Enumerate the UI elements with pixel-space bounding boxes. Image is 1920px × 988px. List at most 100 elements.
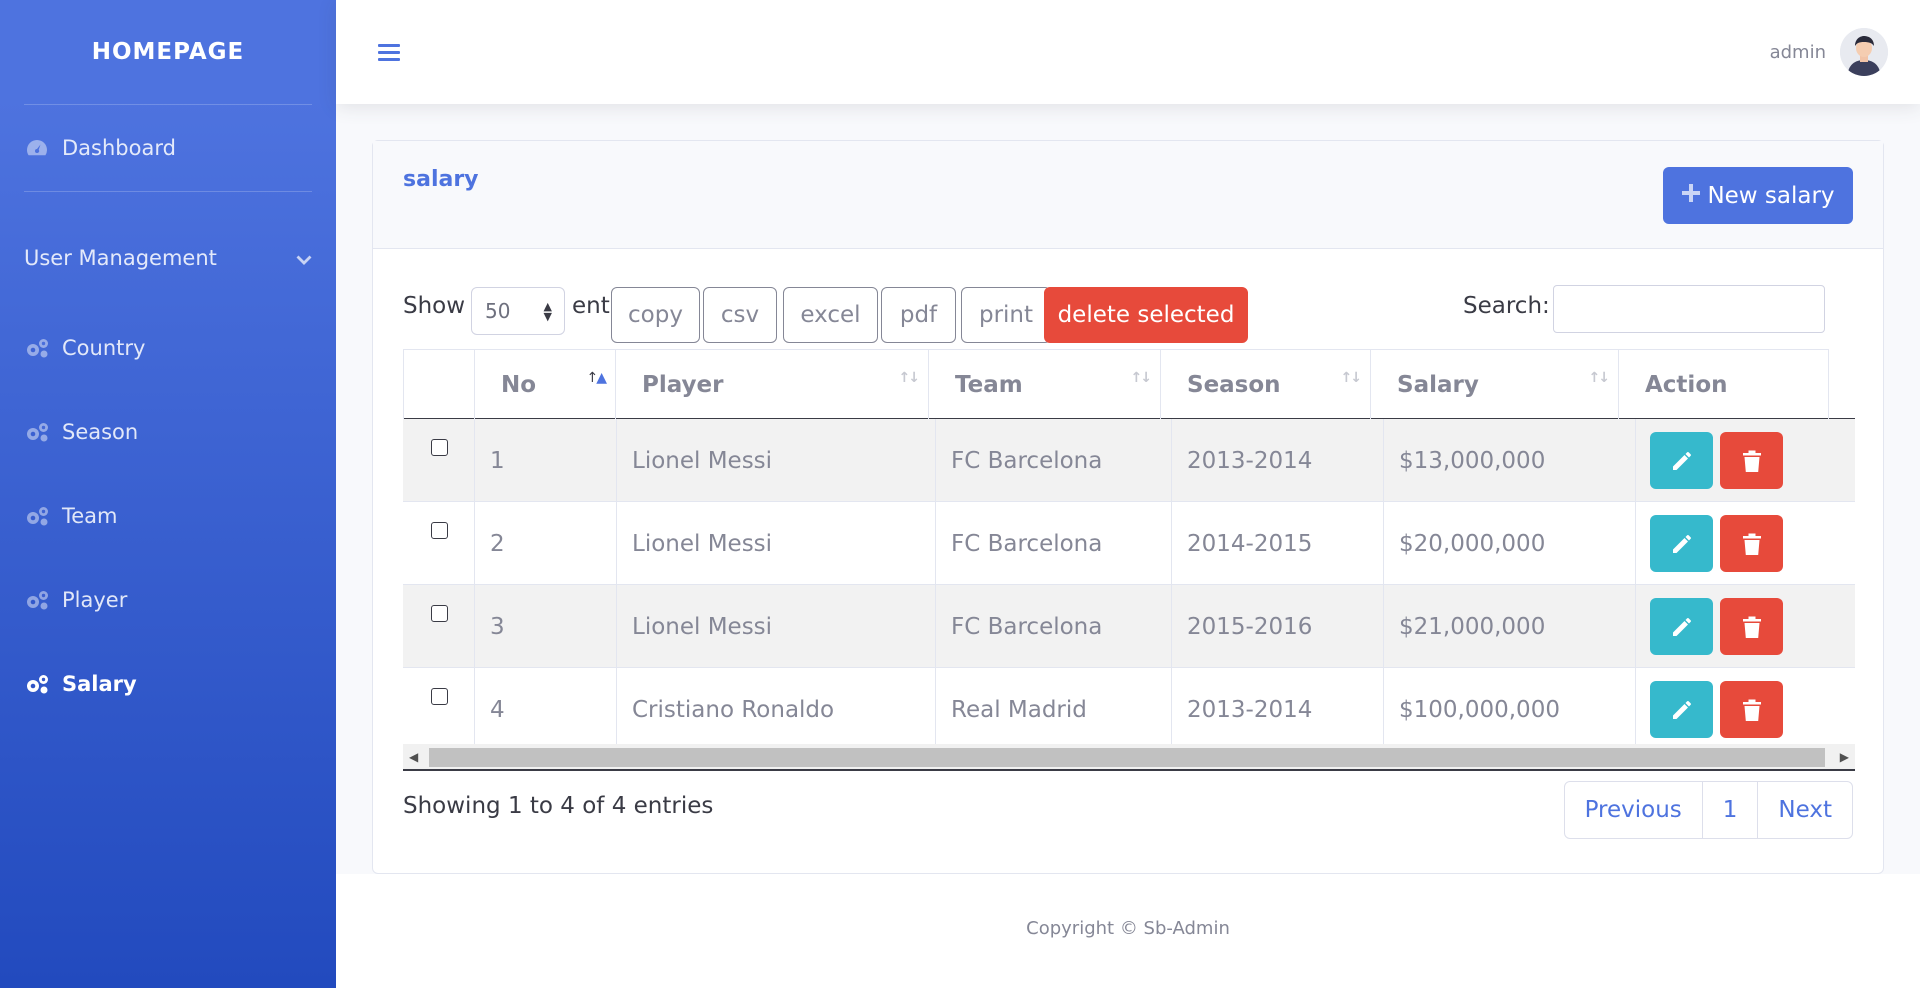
row-select-cell [403, 419, 474, 502]
cell-no: 3 [474, 585, 616, 668]
row-checkbox[interactable] [431, 605, 448, 622]
show-label: Show [403, 293, 466, 319]
cell-action [1635, 502, 1855, 585]
delete-button[interactable] [1720, 598, 1783, 655]
sort-icon: ↑↓ [1130, 370, 1153, 386]
pencil-icon [1672, 617, 1691, 636]
previous-button[interactable]: Previous [1565, 782, 1702, 838]
horizontal-scrollbar[interactable]: ◀ ▶ [403, 744, 1855, 771]
sidebar-item-country[interactable]: Country [0, 306, 336, 390]
pagination: Previous 1 Next [1563, 781, 1853, 839]
csv-button[interactable]: csv [703, 287, 777, 343]
pencil-icon [1672, 451, 1691, 470]
pencil-icon [1672, 534, 1691, 553]
delete-selected-button[interactable]: delete selected [1044, 287, 1248, 343]
sidebar-item-season[interactable]: Season [0, 390, 336, 474]
salary-card: salary New salary Show 50 ▲▼ entries cop… [372, 140, 1884, 874]
tachometer-icon [24, 135, 50, 161]
cell-no: 1 [474, 419, 616, 502]
trash-icon [1742, 699, 1761, 721]
table-row: 3 Lionel Messi FC Barcelona 2015-2016 $2… [403, 585, 1855, 668]
table-row: 4 Cristiano Ronaldo Real Madrid 2013-201… [403, 668, 1855, 751]
scroll-left-icon[interactable]: ◀ [409, 750, 418, 764]
sort-icon: ↑↓ [898, 370, 921, 386]
topbar: admin [336, 0, 1920, 104]
scrollbar-thumb[interactable] [429, 748, 1825, 767]
next-button[interactable]: Next [1757, 782, 1852, 838]
column-header-action: Action [1618, 349, 1829, 419]
sidebar-item-team[interactable]: Team [0, 474, 336, 558]
column-header-select [403, 349, 475, 419]
delete-button[interactable] [1720, 515, 1783, 572]
sidebar-item-label: Dashboard [62, 136, 176, 160]
delete-button[interactable] [1720, 432, 1783, 489]
row-select-cell [403, 502, 474, 585]
table-info: Showing 1 to 4 of 4 entries [403, 793, 714, 819]
column-label: Team [955, 371, 1023, 398]
plus-icon [1681, 183, 1701, 209]
cell-no: 4 [474, 668, 616, 751]
entries-value: 50 [485, 299, 511, 323]
scroll-right-icon[interactable]: ▶ [1840, 750, 1849, 764]
entries-select[interactable]: 50 ▲ ▼ [471, 287, 565, 335]
column-header-no[interactable]: No ↑▲ [474, 349, 616, 419]
edit-button[interactable] [1650, 515, 1713, 572]
table-row: 2 Lionel Messi FC Barcelona 2014-2015 $2… [403, 502, 1855, 585]
search-label: Search: [1463, 293, 1550, 319]
sidebar-item-dashboard[interactable]: Dashboard [0, 105, 336, 191]
cell-action [1635, 668, 1855, 751]
cogs-icon [24, 335, 50, 361]
cell-player: Lionel Messi [616, 502, 935, 585]
print-button[interactable]: print [961, 287, 1051, 343]
user-menu[interactable]: admin [1770, 28, 1888, 76]
trash-icon [1742, 616, 1761, 638]
brand-title[interactable]: HOMEPAGE [0, 0, 336, 104]
cell-salary: $100,000,000 [1383, 668, 1635, 751]
pdf-button[interactable]: pdf [881, 287, 956, 343]
sidebar-divider [24, 191, 312, 192]
sidebar-item-user-management[interactable]: User Management [0, 210, 336, 306]
column-label: Action [1645, 371, 1728, 398]
chevron-down-icon [296, 246, 312, 270]
menu-toggle-icon[interactable] [378, 43, 400, 61]
cell-player: Lionel Messi [616, 585, 935, 668]
sidebar-item-label: Team [62, 504, 118, 528]
cogs-icon [24, 587, 50, 613]
column-header-player[interactable]: Player ↑↓ [615, 349, 929, 419]
column-header-season[interactable]: Season ↑↓ [1160, 349, 1371, 419]
edit-button[interactable] [1650, 432, 1713, 489]
sidebar-item-label: Country [62, 336, 146, 360]
row-checkbox[interactable] [431, 688, 448, 705]
new-salary-button[interactable]: New salary [1663, 167, 1853, 224]
row-checkbox[interactable] [431, 522, 448, 539]
cell-season: 2015-2016 [1171, 585, 1383, 668]
search-input[interactable] [1553, 285, 1825, 333]
sidebar-item-player[interactable]: Player [0, 558, 336, 642]
column-label: Player [642, 371, 724, 398]
cell-salary: $13,000,000 [1383, 419, 1635, 502]
edit-button[interactable] [1650, 598, 1713, 655]
column-header-team[interactable]: Team ↑↓ [928, 349, 1161, 419]
column-header-salary[interactable]: Salary ↑↓ [1370, 349, 1619, 419]
pencil-icon [1672, 700, 1691, 719]
sidebar: HOMEPAGE Dashboard User Management Count… [0, 0, 336, 988]
excel-button[interactable]: excel [783, 287, 878, 343]
sort-asc-icon: ↑▲ [586, 370, 606, 386]
sidebar-item-salary[interactable]: Salary [0, 642, 336, 726]
sidebar-item-label: User Management [24, 246, 217, 270]
edit-button[interactable] [1650, 681, 1713, 738]
cell-season: 2014-2015 [1171, 502, 1383, 585]
cell-season: 2013-2014 [1171, 419, 1383, 502]
delete-button[interactable] [1720, 681, 1783, 738]
page-1-button[interactable]: 1 [1701, 782, 1758, 838]
sidebar-item-label: Salary [62, 672, 137, 696]
row-checkbox[interactable] [431, 439, 448, 456]
cell-action [1635, 419, 1855, 502]
copyright-text: Copyright © Sb-Admin [1026, 918, 1230, 939]
cogs-icon [24, 419, 50, 445]
card-header: salary New salary [373, 141, 1883, 249]
row-select-cell [403, 585, 474, 668]
cell-player: Lionel Messi [616, 419, 935, 502]
copy-button[interactable]: copy [611, 287, 700, 343]
table-header: No ↑▲ Player ↑↓ Team ↑↓ Season ↑↓ Salary… [403, 349, 1855, 419]
